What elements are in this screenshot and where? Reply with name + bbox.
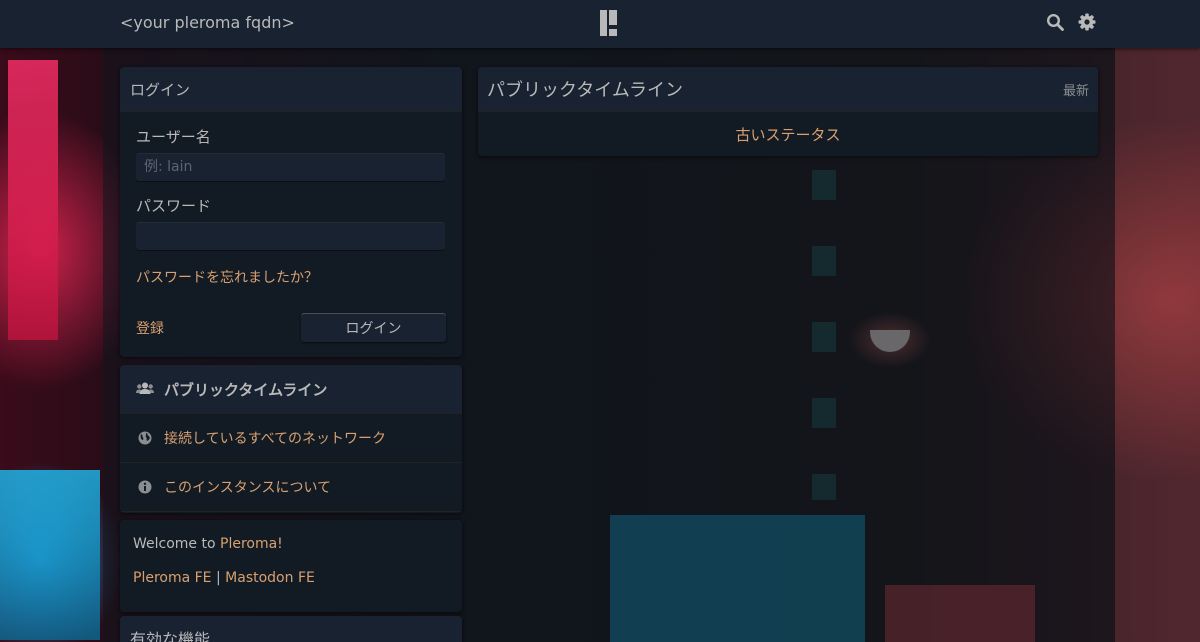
login-panel: ログイン ユーザー名 パスワード パスワードを忘れましたか？ 登録 ログイン [120, 67, 462, 357]
username-input[interactable] [136, 153, 445, 181]
show-newest-button[interactable]: 最新 [1063, 80, 1089, 99]
features-heading: 有効な機能 [120, 616, 462, 642]
nav-item-federated-timeline[interactable]: 接続しているすべてのネットワーク [120, 414, 462, 463]
pleroma-link[interactable]: Pleroma! [220, 536, 283, 552]
gear-icon[interactable] [1078, 13, 1096, 31]
login-button[interactable]: ログイン [301, 313, 446, 342]
frontend-links: Pleroma FE | Mastodon FE [133, 570, 449, 586]
timeline-title: パブリックタイムライン [487, 80, 684, 101]
site-name-link[interactable]: <your pleroma fqdn> [120, 13, 295, 32]
forgot-password-link[interactable]: パスワードを忘れましたか？ [136, 267, 446, 287]
separator: | [211, 570, 226, 586]
load-older-link[interactable]: 古いステータス [478, 112, 1098, 156]
nav-item-label: パブリックタイムライン [164, 380, 328, 399]
public-timeline-panel: パブリックタイムライン 最新 古いステータス [478, 67, 1098, 156]
login-heading: ログイン [120, 67, 462, 112]
instance-info-panel: Welcome to Pleroma! Pleroma FE | Mastodo… [120, 520, 462, 612]
nav-item-label: このインスタンスについて [164, 480, 332, 496]
nav-item-public-timeline[interactable]: パブリックタイムライン [120, 365, 462, 414]
password-label: パスワード [136, 197, 212, 215]
nav-item-label: 接続しているすべてのネットワーク [164, 431, 387, 447]
nav-item-about[interactable]: このインスタンスについて [120, 463, 462, 512]
search-icon[interactable] [1046, 13, 1064, 31]
username-label: ユーザー名 [136, 128, 211, 146]
mastodon-fe-link[interactable]: Mastodon FE [225, 570, 315, 586]
welcome-text: Welcome to Pleroma! [133, 536, 283, 552]
pleroma-logo-icon[interactable] [600, 10, 618, 36]
nav-panel: パブリックタイムライン 接続しているすべてのネットワーク このインスタンスについ… [120, 365, 462, 513]
register-link[interactable]: 登録 [136, 318, 164, 338]
password-input[interactable] [136, 222, 445, 250]
info-icon [136, 478, 154, 496]
users-icon [136, 380, 154, 398]
globe-icon [136, 429, 154, 447]
features-panel: 有効な機能 [120, 616, 462, 642]
top-bar: <your pleroma fqdn> [0, 0, 1200, 48]
pleroma-fe-link[interactable]: Pleroma FE [133, 570, 212, 586]
